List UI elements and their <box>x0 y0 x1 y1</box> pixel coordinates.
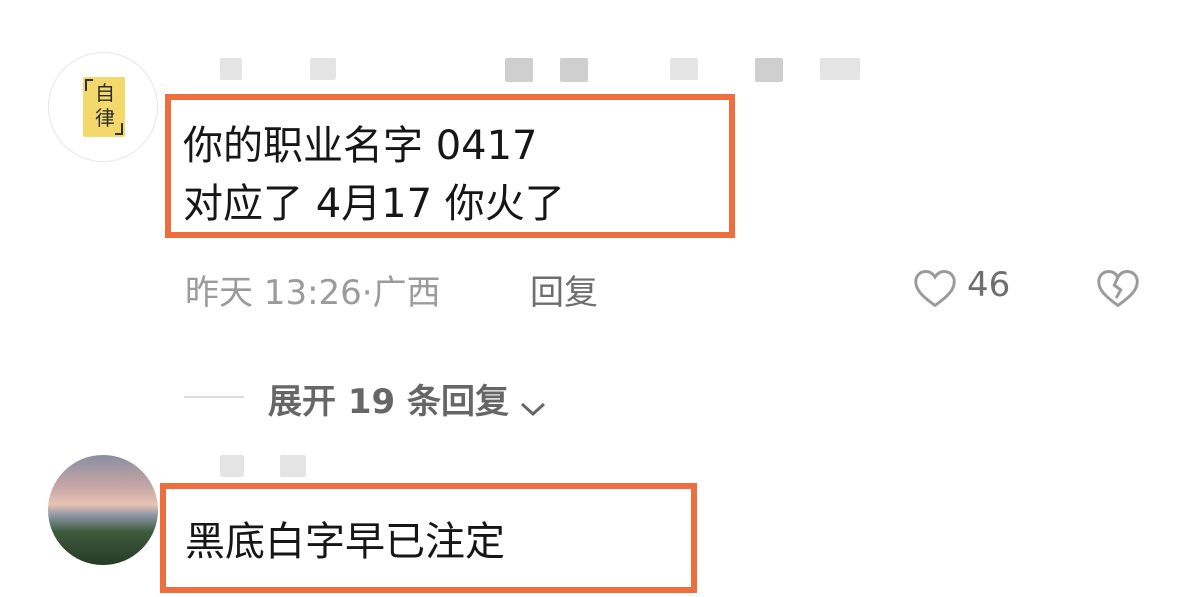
expand-replies-label: 展开 19 条回复 <box>268 382 509 422</box>
avatar[interactable] <box>48 455 158 565</box>
meta-separator: · <box>361 273 373 313</box>
divider <box>184 396 244 398</box>
comment-location: 广西 <box>372 273 441 313</box>
avatar-logo: 自 律 <box>83 77 125 137</box>
comment-text: 你的职业名字 0417 对应了 4月17 你火了 <box>183 117 565 233</box>
like-count: 46 <box>967 265 1011 305</box>
username-blurred[interactable] <box>180 455 320 485</box>
reply-button[interactable]: 回复 <box>530 265 598 314</box>
comment-time: 昨天 13:26 <box>185 273 362 313</box>
comment-line: 你的职业名字 0417 <box>183 123 538 169</box>
avatar[interactable]: 自 律 <box>48 52 158 162</box>
dislike-button[interactable] <box>1096 267 1140 309</box>
comment-meta: 昨天 13:26·广西 <box>185 265 441 314</box>
comment-line: 黑底白字早已注定 <box>185 519 505 565</box>
comment-text: 黑底白字早已注定 <box>185 513 505 571</box>
username-blurred[interactable] <box>180 58 870 94</box>
heart-icon <box>914 270 956 308</box>
broken-heart-icon <box>1097 270 1139 308</box>
like-button[interactable]: 46 <box>913 265 1023 313</box>
expand-replies-button[interactable]: 展开 19 条回复 <box>268 374 548 422</box>
chevron-down-icon <box>521 402 546 416</box>
comment-line: 对应了 4月17 你火了 <box>183 181 565 227</box>
